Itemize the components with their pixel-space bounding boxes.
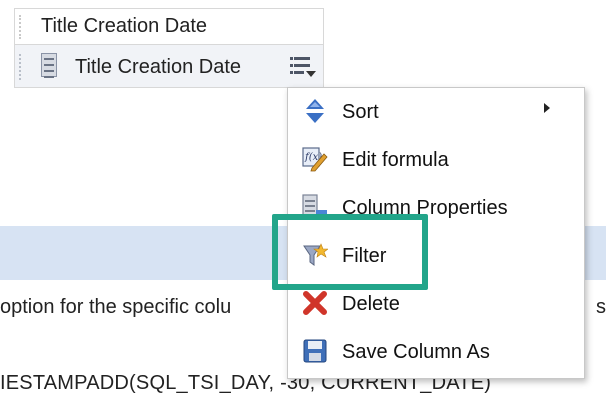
column-item-title-creation-date[interactable]: Title Creation Date	[14, 44, 324, 88]
menu-item-sort[interactable]: Sort	[288, 89, 584, 135]
body-text-left: option for the specific colu	[0, 296, 232, 318]
filter-icon	[303, 243, 328, 266]
submenu-arrow-icon	[544, 103, 550, 113]
save-disk-icon	[303, 339, 327, 363]
menu-item-column-properties[interactable]: Column Properties	[288, 185, 584, 231]
menu-item-save-column-as[interactable]: Save Column As	[288, 329, 584, 375]
delete-x-icon	[303, 291, 327, 315]
drag-handle-icon[interactable]	[19, 54, 27, 80]
column-header: Title Creation Date	[14, 8, 324, 44]
edit-formula-icon: f(x)	[302, 147, 328, 172]
column-context-menu: Sort f(x) Edit formula Column Properties…	[287, 87, 585, 379]
column-item-label: Title Creation Date	[75, 56, 241, 78]
column-menu-icon[interactable]	[290, 55, 316, 79]
menu-item-label: Filter	[342, 245, 387, 267]
body-text-line: option for the specific colu s p	[0, 296, 606, 319]
column-document-icon	[41, 53, 57, 78]
menu-item-label: Column Properties	[342, 197, 508, 219]
menu-item-filter[interactable]: Filter	[288, 233, 584, 279]
body-text-right: s p	[596, 296, 606, 318]
menu-item-label: Delete	[342, 293, 400, 315]
menu-item-edit-formula[interactable]: f(x) Edit formula	[288, 137, 584, 183]
drag-handle-icon	[19, 15, 27, 39]
menu-item-label: Sort	[342, 101, 379, 123]
sort-arrows-icon	[306, 99, 324, 123]
menu-item-label: Save Column As	[342, 341, 490, 363]
column-properties-icon	[302, 194, 327, 218]
menu-item-label: Edit formula	[342, 149, 449, 171]
column-header-label: Title Creation Date	[41, 15, 207, 37]
menu-item-delete[interactable]: Delete	[288, 281, 584, 327]
